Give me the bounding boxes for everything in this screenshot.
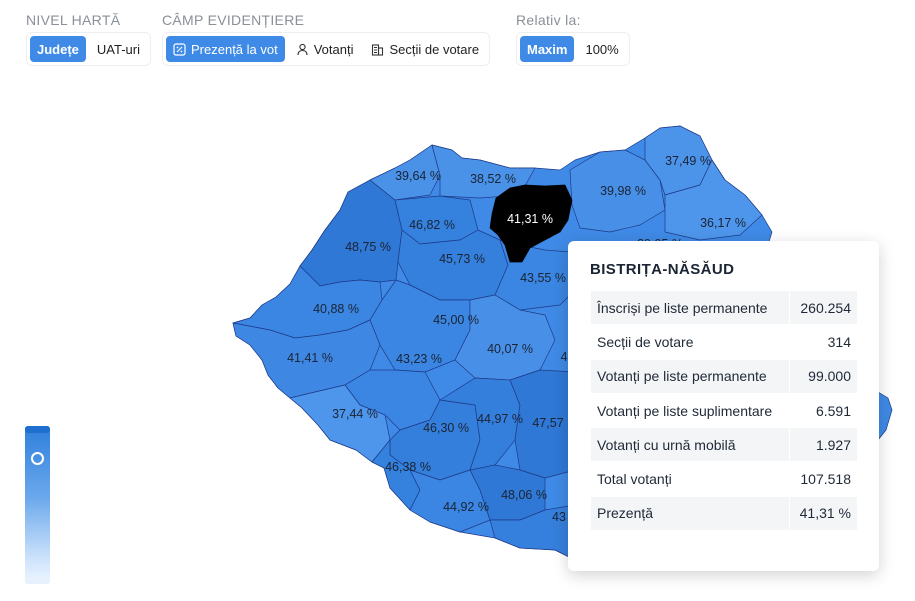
percent-icon bbox=[173, 42, 186, 56]
tooltip-title: BISTRIȚA-NĂSĂUD bbox=[590, 261, 735, 278]
map-level-control: NIVEL HARTĂ Județe UAT-uri bbox=[26, 12, 152, 66]
label-teleorman: 48,06 % bbox=[501, 488, 547, 502]
tooltip-row-value: 41,31 % bbox=[788, 495, 859, 532]
tooltip-row: Votanți cu urnă mobilă 1.927 bbox=[590, 427, 859, 463]
prezenta-button[interactable]: Prezență la vot bbox=[166, 36, 285, 62]
maxim-button[interactable]: Maxim bbox=[520, 36, 575, 62]
label-caras: 37,44 % bbox=[332, 407, 378, 421]
tooltip-row: Înscriși pe liste permanente 260.254 bbox=[590, 289, 859, 326]
tooltip-row: Votanți pe liste permanente 99.000 bbox=[590, 358, 859, 394]
tooltip-row-label: Înscriși pe liste permanente bbox=[590, 289, 790, 326]
label-covasna-partial: 4 bbox=[561, 350, 568, 364]
label-hunedoara: 43,23 % bbox=[396, 352, 442, 366]
building-icon bbox=[372, 43, 384, 56]
label-bistrita: 41,31 % bbox=[507, 212, 553, 226]
county-edge-east bbox=[877, 391, 893, 441]
slider-bottom-cap bbox=[25, 579, 50, 584]
label-dolj: 44,92 % bbox=[443, 500, 489, 514]
tooltip-row-value: 6.591 bbox=[788, 392, 859, 429]
judete-button[interactable]: Județe bbox=[30, 36, 86, 62]
map-level-label: NIVEL HARTĂ bbox=[26, 12, 121, 28]
relative-to-control: Relativ la: Maxim 100% bbox=[516, 12, 630, 66]
tooltip-row: Prezență 41,31 % bbox=[590, 495, 859, 532]
label-mures: 43,55 % bbox=[520, 271, 566, 285]
tooltip-row-label: Votanți pe liste suplimentare bbox=[590, 392, 790, 429]
tooltip-row-label: Secții de votare bbox=[590, 324, 790, 360]
percent-100-button[interactable]: 100% bbox=[578, 36, 625, 62]
slider-top-cap bbox=[25, 426, 50, 433]
relative-to-segmented: Maxim 100% bbox=[516, 32, 630, 66]
map-level-segmented: Județe UAT-uri bbox=[26, 32, 152, 66]
county-bihor[interactable] bbox=[299, 179, 403, 287]
label-arges: 44,97 % bbox=[477, 412, 523, 426]
tooltip-row-label: Total votanți bbox=[590, 461, 790, 497]
relative-to-label: Relativ la: bbox=[516, 12, 581, 28]
prezenta-label: Prezență la vot bbox=[191, 41, 278, 57]
label-bihor: 48,75 % bbox=[345, 240, 391, 254]
tooltip-row-value: 99.000 bbox=[788, 358, 859, 394]
label-alba: 45,00 % bbox=[433, 313, 479, 327]
slider-handle[interactable] bbox=[31, 452, 44, 465]
sectii-label: Secții de votare bbox=[389, 41, 480, 57]
label-mehedinti: 46,38 % bbox=[385, 460, 431, 474]
label-arad: 40,88 % bbox=[313, 302, 359, 316]
uat-button[interactable]: UAT-uri bbox=[90, 36, 147, 62]
label-timis: 41,41 % bbox=[287, 351, 333, 365]
label-botosani: 37,49 % bbox=[665, 154, 711, 168]
label-giurgiu-partial: 43 bbox=[552, 510, 566, 524]
tooltip-row-value: 260.254 bbox=[788, 289, 859, 326]
tooltip-row-value: 314 bbox=[788, 324, 859, 360]
person-icon bbox=[297, 43, 308, 55]
label-suceava: 39,98 % bbox=[600, 184, 646, 198]
votanti-label: Votanți bbox=[313, 41, 354, 57]
highlight-field-segmented: Prezență la vot Votanți Secții de votare bbox=[162, 32, 491, 66]
color-scale-slider[interactable] bbox=[25, 426, 50, 584]
county-tooltip: BISTRIȚA-NĂSĂUD Înscriși pe liste perman… bbox=[568, 241, 879, 571]
label-prahova: 47,57 bbox=[532, 416, 563, 430]
label-top-north-west: 39,64 % bbox=[395, 169, 441, 183]
tooltip-row-value: 1.927 bbox=[788, 427, 859, 463]
sectii-button[interactable]: Secții de votare bbox=[364, 36, 486, 62]
label-valcea: 46,30 % bbox=[423, 421, 469, 435]
tooltip-table: Înscriși pe liste permanente 260.254 Secți… bbox=[590, 289, 859, 532]
tooltip-row-value: 107.518 bbox=[788, 461, 859, 497]
tooltip-row: Secții de votare 314 bbox=[590, 324, 859, 360]
highlight-field-label: CÂMP EVIDENȚIERE bbox=[162, 12, 305, 28]
votanti-button[interactable]: Votanți bbox=[289, 36, 361, 62]
tooltip-row-label: Votanți pe liste permanente bbox=[590, 358, 790, 394]
label-cluj-north: 46,82 % bbox=[409, 218, 455, 232]
label-iasi: 36,17 % bbox=[700, 216, 746, 230]
label-cluj: 45,73 % bbox=[439, 252, 485, 266]
tooltip-row-label: Votanți cu urnă mobilă bbox=[590, 427, 790, 463]
tooltip-row: Votanți pe liste suplimentare 6.591 bbox=[590, 392, 859, 429]
tooltip-row-label: Prezență bbox=[590, 495, 790, 532]
label-north-center: 38,52 % bbox=[470, 172, 516, 186]
tooltip-row: Total votanți 107.518 bbox=[590, 461, 859, 497]
label-harghita: 40,07 % bbox=[487, 342, 533, 356]
highlight-field-control: CÂMP EVIDENȚIERE Prezență la vot Votanți… bbox=[162, 12, 491, 66]
